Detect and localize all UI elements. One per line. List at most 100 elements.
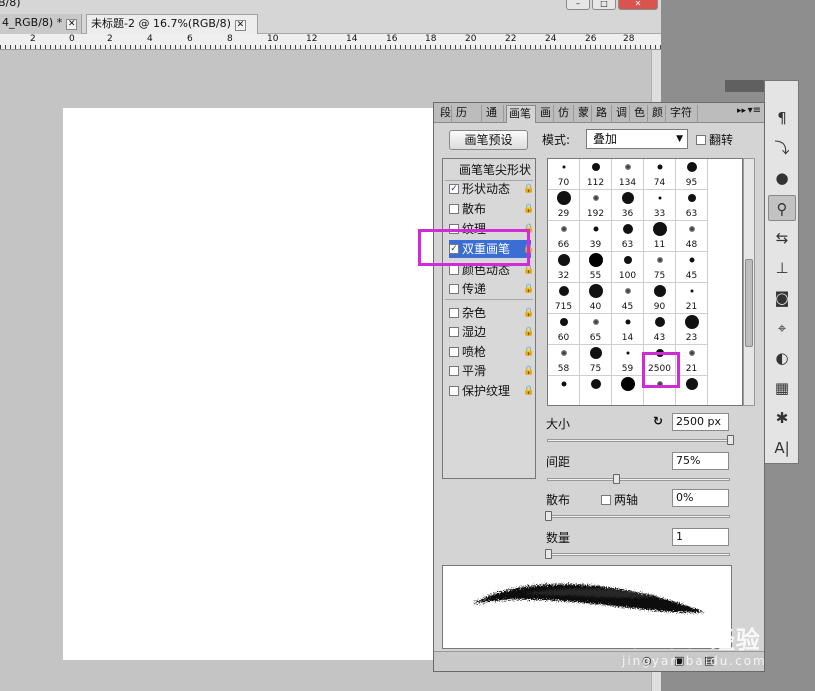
brush-tip[interactable]: 66 [548, 221, 580, 252]
clone-stamp-icon[interactable]: ⊥ [768, 255, 796, 281]
flip-checkbox[interactable]: 翻转 [696, 131, 733, 148]
tab-11[interactable]: 字符 [668, 105, 698, 123]
brush-tip[interactable]: 74 [644, 159, 676, 190]
tab-7[interactable]: 路 [594, 105, 612, 123]
lock-icon[interactable]: 🔒 [523, 386, 534, 396]
transform-icon[interactable]: ⌖ [768, 315, 796, 341]
brush-tip[interactable] [612, 376, 644, 405]
brush-tip[interactable]: 60 [548, 314, 580, 345]
scroll-thumb[interactable] [745, 259, 753, 347]
checkbox-icon[interactable] [449, 366, 459, 376]
color-sphere-icon[interactable]: ● [768, 165, 796, 191]
size-slider-thumb[interactable] [727, 435, 734, 445]
brush-tip[interactable]: 100 [612, 252, 644, 283]
brush-tip[interactable] [580, 376, 612, 405]
spacing-slider[interactable] [547, 474, 730, 484]
paragraph-icon[interactable]: ¶ [768, 105, 796, 131]
tab-6[interactable]: 蒙 [576, 105, 592, 123]
brush-presets-button[interactable]: 画笔预设 [449, 130, 528, 150]
size-input[interactable]: 2500 px [672, 413, 729, 431]
brush-tip[interactable]: 11 [644, 221, 676, 252]
tab-2[interactable]: 通 [484, 105, 504, 123]
brush-setting-10[interactable]: 平滑 [449, 362, 531, 380]
tab-0[interactable]: 段 [438, 105, 452, 123]
tool-presets-icon[interactable]: ⇆ [768, 225, 796, 251]
brush-tip[interactable]: 21 [676, 345, 708, 376]
close-icon[interactable]: ✕ [234, 20, 246, 31]
doc-tab-2[interactable]: 未标题-2 @ 16.7%(RGB/8) ✕ [86, 14, 258, 34]
brush-tip[interactable]: 63 [676, 190, 708, 221]
brush-tip[interactable]: 43 [644, 314, 676, 345]
camera-icon[interactable]: ◙ [768, 285, 796, 311]
brush-tip[interactable]: 48 [676, 221, 708, 252]
brush-tip[interactable] [676, 376, 708, 405]
brush-tip[interactable]: 58 [548, 345, 580, 376]
brush-grid-scrollbar[interactable] [743, 158, 755, 406]
close-window-button[interactable]: ✕ [618, 0, 658, 10]
palette-icon[interactable]: ✱ [768, 405, 796, 431]
brush-tip[interactable]: 29 [548, 190, 580, 221]
maximize-button[interactable]: □ [592, 0, 616, 10]
size-slider[interactable] [547, 435, 734, 445]
scatter-slider-thumb[interactable] [545, 511, 552, 521]
lock-icon[interactable]: 🔒 [523, 265, 534, 275]
tab-5[interactable]: 仿 [556, 105, 574, 123]
count-slider-thumb[interactable] [545, 549, 552, 559]
mask-icon[interactable]: ◐ [768, 345, 796, 371]
brush-tip[interactable]: 32 [548, 252, 580, 283]
brush-tip[interactable]: 90 [644, 283, 676, 314]
spacing-slider-thumb[interactable] [612, 474, 620, 484]
doc-tab-1[interactable]: 4_RGB/8) * ✕ [0, 14, 82, 34]
brush-tip[interactable]: 75 [644, 252, 676, 283]
brush-tip[interactable]: 36 [612, 190, 644, 221]
brush-tip[interactable]: 14 [612, 314, 644, 345]
brush-tip[interactable]: 39 [580, 221, 612, 252]
lock-icon[interactable]: 🔒 [523, 204, 534, 214]
brush-tip[interactable]: 70 [548, 159, 580, 190]
lock-icon[interactable]: 🔒 [523, 284, 534, 294]
tab-1[interactable]: 历 [454, 105, 482, 123]
brush-tip[interactable]: 75 [580, 345, 612, 376]
checkbox-icon[interactable] [449, 347, 459, 357]
count-input[interactable]: 1 [672, 528, 729, 546]
brush-tip[interactable]: 33 [644, 190, 676, 221]
brush-tip[interactable]: 59 [612, 345, 644, 376]
brush-setting-2[interactable]: 散布 [449, 200, 531, 218]
checkbox-icon[interactable] [449, 204, 459, 214]
brush-tip[interactable]: 23 [676, 314, 708, 345]
brush-tip[interactable]: 21 [676, 283, 708, 314]
scatter-slider[interactable] [545, 511, 730, 521]
brush-tip[interactable]: 63 [612, 221, 644, 252]
history-brush-icon[interactable]: ⤵ [768, 135, 796, 161]
brush-setting-7[interactable]: 杂色 [449, 304, 531, 322]
brush-tip[interactable]: 45 [612, 283, 644, 314]
brush-setting-0[interactable]: 画笔笔尖形状 [459, 161, 541, 179]
brush-tip[interactable]: 715 [548, 283, 580, 314]
spacing-input[interactable]: 75% [672, 452, 729, 470]
mode-select[interactable]: 叠加 ▼ [586, 129, 688, 149]
checkbox-icon[interactable]: ✓ [449, 184, 459, 194]
brush-tip[interactable]: 45 [676, 252, 708, 283]
reset-icon[interactable]: ↻ [653, 414, 663, 428]
checkbox-icon[interactable] [449, 284, 459, 294]
brush-setting-6[interactable]: 传递 [449, 280, 531, 298]
minimize-button[interactable]: – [566, 0, 590, 10]
close-icon[interactable]: ✕ [66, 19, 78, 30]
scatter-input[interactable]: 0% [672, 489, 729, 507]
brush-tip[interactable] [548, 376, 580, 405]
tab-3[interactable]: 画笔 [506, 105, 536, 123]
text-icon[interactable]: A| [768, 435, 796, 461]
grid-icon[interactable]: ▦ [768, 375, 796, 401]
brush-icon[interactable]: ⚲ [768, 195, 796, 221]
brush-tip[interactable]: 95 [676, 159, 708, 190]
brush-setting-8[interactable]: 湿边 [449, 323, 531, 341]
brush-tip[interactable]: 55 [580, 252, 612, 283]
tab-4[interactable]: 画 [538, 105, 554, 123]
lock-icon[interactable]: 🔒 [523, 327, 534, 337]
both-axes-checkbox[interactable]: 两轴 [601, 491, 638, 508]
count-slider[interactable] [545, 549, 730, 559]
brush-tip[interactable]: 65 [580, 314, 612, 345]
tab-8[interactable]: 调 [614, 105, 630, 123]
document-canvas[interactable] [63, 108, 435, 660]
brush-tip[interactable]: 112 [580, 159, 612, 190]
